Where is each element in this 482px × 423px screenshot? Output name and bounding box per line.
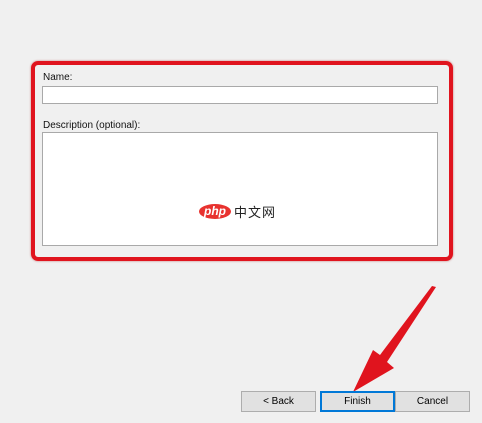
wizard-dialog: Name: Description (optional): php 中文网 < …: [0, 0, 482, 423]
finish-button[interactable]: Finish: [320, 391, 395, 412]
red-pointer-arrow-icon: [353, 286, 436, 392]
back-button[interactable]: < Back: [241, 391, 316, 412]
cancel-button[interactable]: Cancel: [395, 391, 470, 412]
